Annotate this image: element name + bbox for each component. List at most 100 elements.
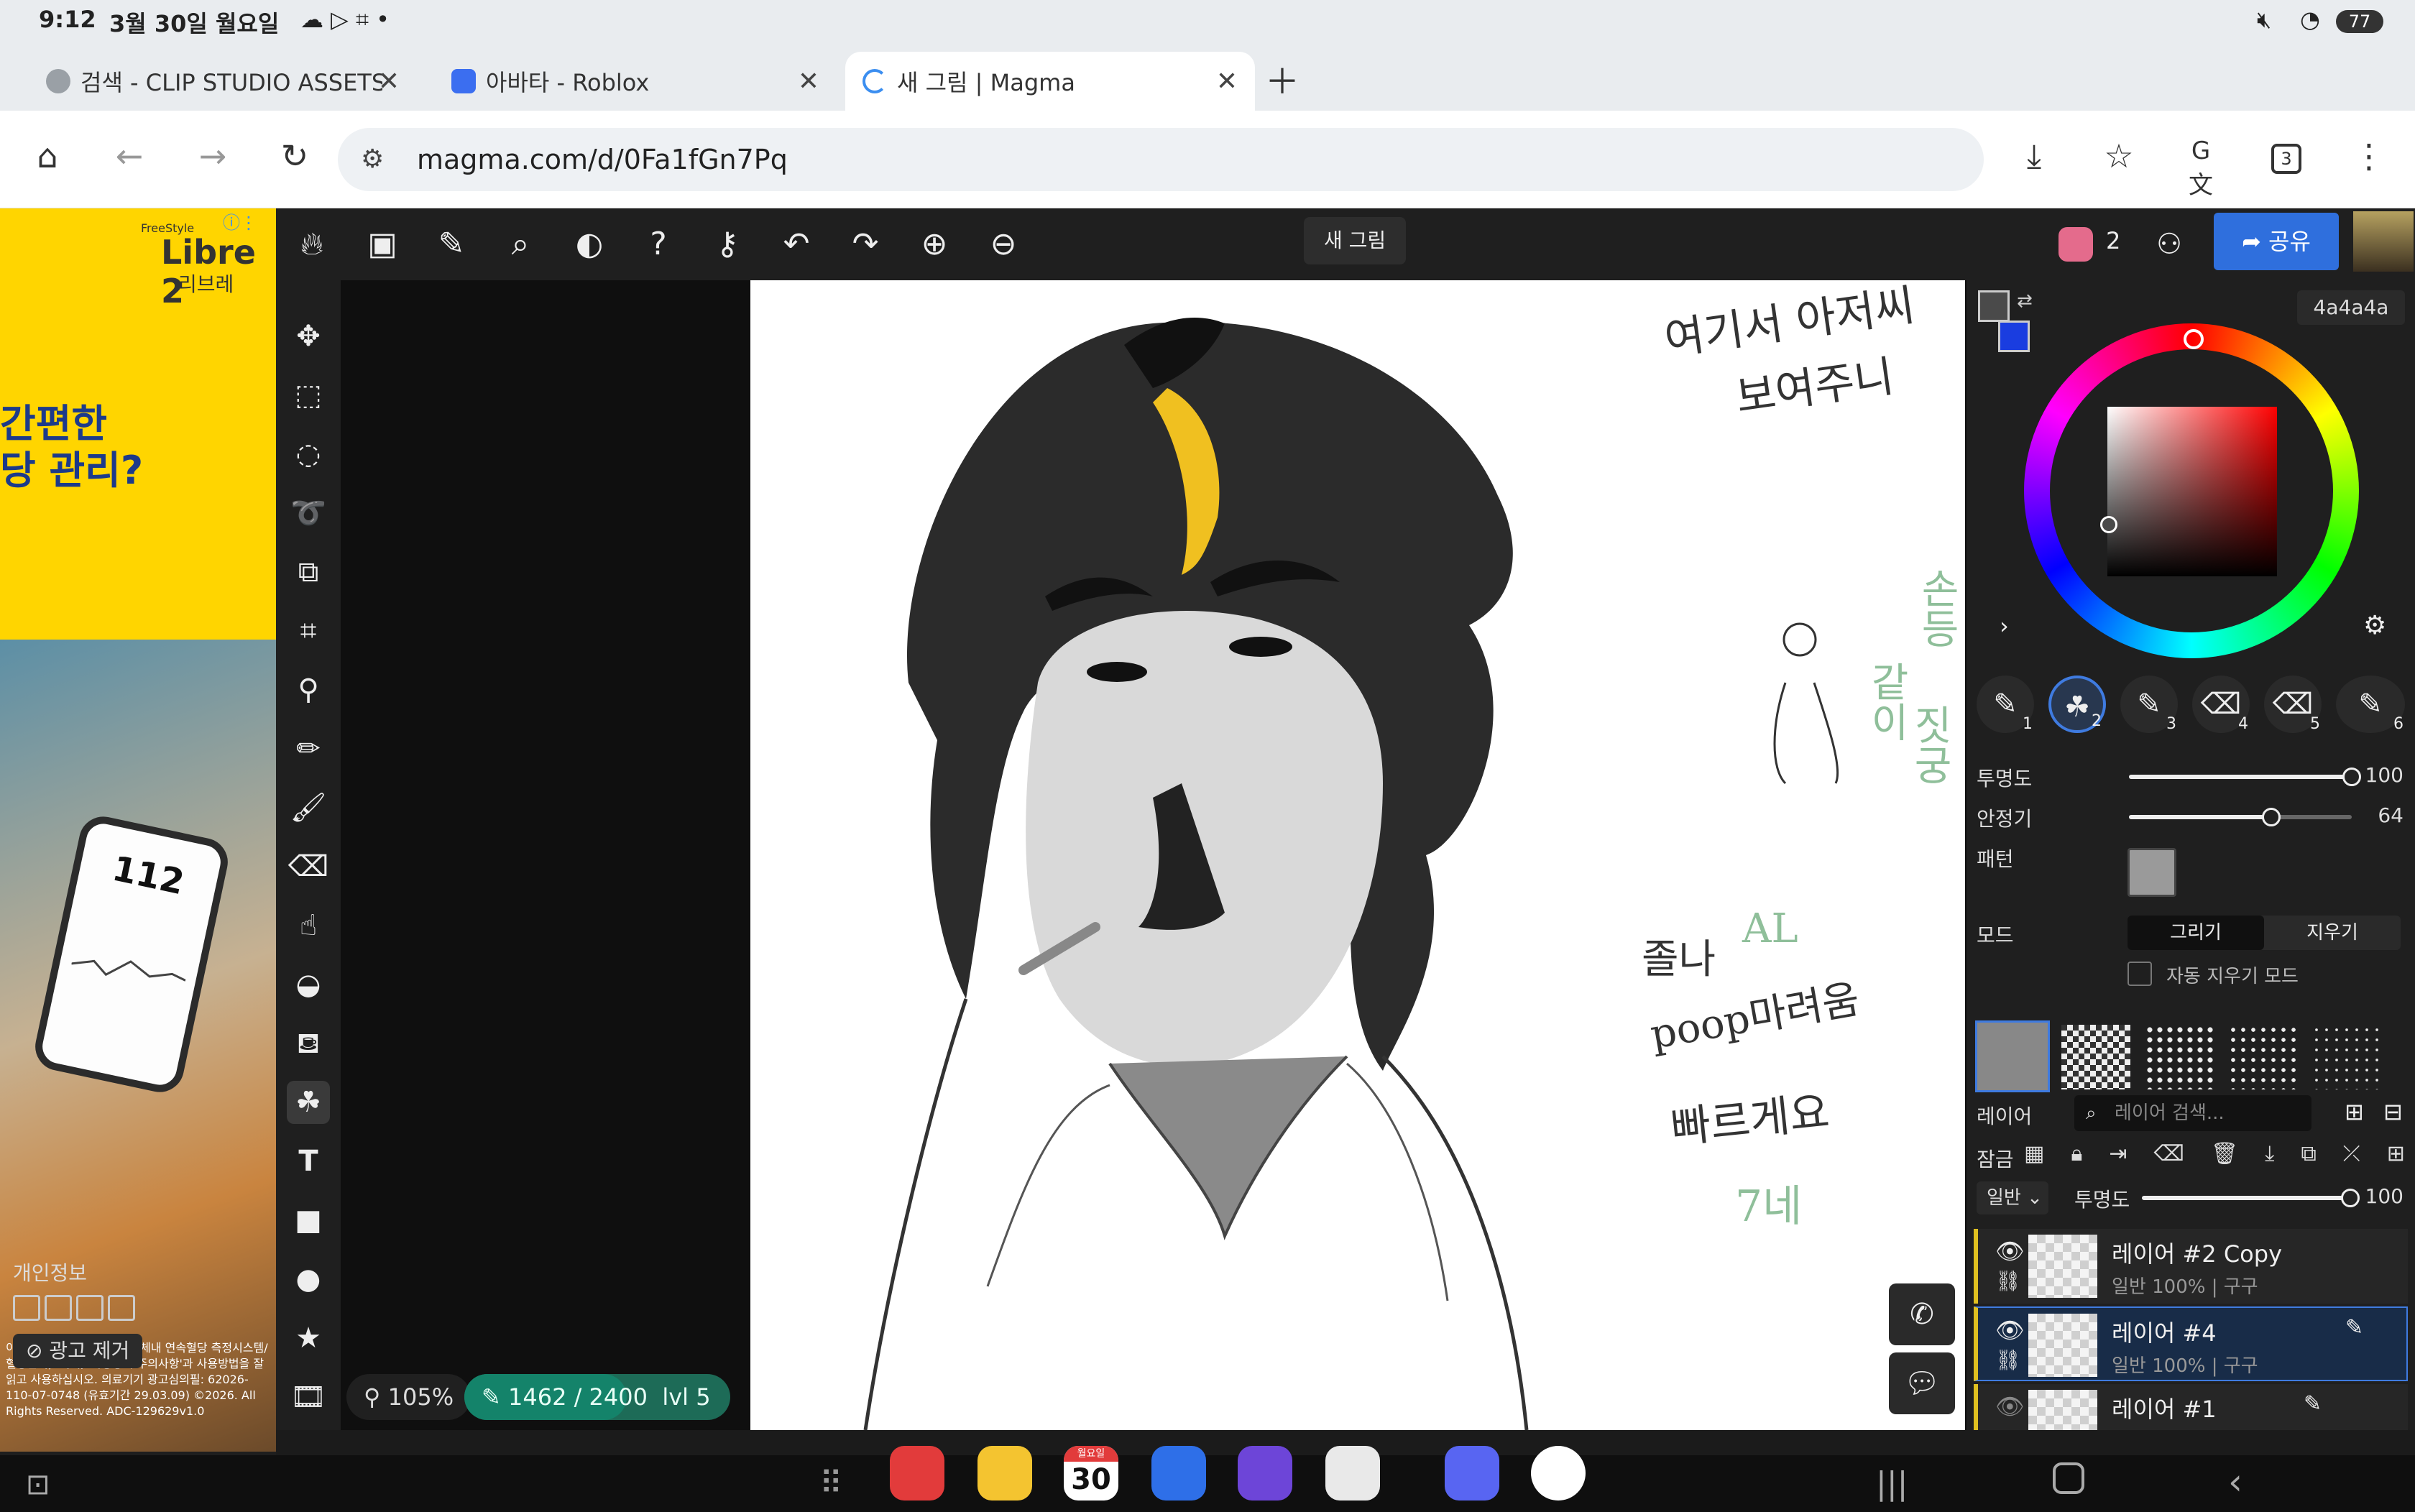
rect-select-icon[interactable]: ⬚ <box>287 374 330 417</box>
chat-icon[interactable]: 💬︎ <box>1889 1352 1955 1414</box>
delete-layer-icon[interactable]: 🗑︎ <box>2211 1141 2238 1173</box>
ad-layout-icons[interactable] <box>13 1295 135 1324</box>
zoom-out-icon[interactable]: ⊖ <box>985 226 1022 263</box>
text-tool-icon[interactable]: T <box>287 1140 330 1183</box>
crop-icon[interactable]: ⌗ <box>287 609 330 653</box>
ellipse-tool-icon[interactable]: ● <box>287 1258 330 1301</box>
back-button-icon[interactable]: ‹ <box>2228 1461 2242 1503</box>
duplicate-icon[interactable]: ⇥ <box>2109 1141 2127 1173</box>
pattern-solid[interactable] <box>1975 1020 2050 1092</box>
tab-roblox[interactable]: 아바타 - Roblox ✕ <box>434 52 837 111</box>
screen-icon[interactable]: ⊡ <box>26 1468 50 1501</box>
copy-layer-icon[interactable]: ⧉ <box>2301 1141 2316 1173</box>
drawing-canvas[interactable]: 여기서 아저씨 보여주니 손등 같이 짓궁 졸나 AL poop마려움 빠르게요… <box>750 280 1965 1430</box>
remove-ads-button[interactable]: ⊘ 광고 제거 <box>13 1334 143 1368</box>
search-icon[interactable]: ⌕ <box>502 226 539 263</box>
brush-preset-5[interactable]: ⌫ 5 <box>2264 676 2322 733</box>
shape-star-icon[interactable]: ★ <box>287 1317 330 1360</box>
fill-bucket-icon[interactable]: ⛾ <box>287 1022 330 1065</box>
magma-logo-icon[interactable]: 🔥︎ <box>293 226 331 263</box>
call-icon[interactable]: ✆ <box>1889 1283 1955 1345</box>
brush-preset-1[interactable]: ✎ 1 <box>1977 676 2034 733</box>
secondary-color-swatch[interactable] <box>1998 321 2030 352</box>
filmstrip-icon[interactable]: 🎞︎ <box>287 1375 330 1419</box>
adjust-icon[interactable]: ◐ <box>571 226 608 263</box>
site-settings-icon[interactable]: ⚙ <box>361 128 384 191</box>
privacy-label[interactable]: 개인정보 <box>13 1258 87 1286</box>
auto-erase-checkbox[interactable] <box>2128 962 2152 986</box>
settings-gear-icon[interactable]: ⚙ <box>2363 611 2386 640</box>
add-layer-icon[interactable]: ⊞ <box>2387 1141 2405 1173</box>
tab-clip-studio[interactable]: 검색 - CLIP STUDIO ASSETS ✕ <box>29 52 417 111</box>
add-user-icon[interactable]: ⚇ <box>2150 226 2188 263</box>
zoom-in-icon[interactable]: ⊕ <box>916 226 953 263</box>
layout-icon[interactable] <box>13 1295 40 1321</box>
layer-item-selected[interactable]: 👁︎ ⛓︎ 레이어 #4 일반 100% | 구구 ✎ <box>1974 1306 2408 1381</box>
layout-icon[interactable] <box>76 1295 104 1321</box>
visibility-eye-icon[interactable]: 👁︎ <box>1995 1317 2025 1344</box>
layer-link-icon[interactable]: ⛓︎ <box>1995 1269 2021 1293</box>
folder-app-icon[interactable] <box>978 1446 1032 1501</box>
edit-icon[interactable]: ✎ <box>433 226 470 263</box>
lock-icon[interactable]: 🔒︎ <box>2071 1141 2082 1173</box>
layout-icon[interactable] <box>108 1295 135 1321</box>
layer-link-icon[interactable]: ⛓︎ <box>1995 1348 2021 1372</box>
visibility-eye-icon[interactable]: 👁︎ <box>1995 1393 2025 1420</box>
messages-app-icon[interactable] <box>1151 1446 1206 1501</box>
app-drawer-icon[interactable]: ⠿ <box>819 1465 842 1502</box>
blur-icon[interactable]: ◒ <box>287 963 330 1006</box>
brush-preset-tool-icon[interactable]: ☘ <box>287 1081 330 1124</box>
help-icon[interactable]: ? <box>640 226 677 263</box>
share-button[interactable]: ➦ 공유 <box>2214 213 2339 270</box>
new-layer-icon[interactable]: ⊞ <box>2345 1098 2364 1125</box>
move-tool-icon[interactable]: ✥ <box>287 315 330 358</box>
document-name[interactable]: 새 그림 <box>1304 217 1407 264</box>
paint-app-icon[interactable] <box>1531 1446 1586 1501</box>
mode-draw-button[interactable]: 그리기 <box>2128 916 2264 950</box>
bookmark-star-icon[interactable]: ☆ <box>2097 137 2140 175</box>
blend-mode-select[interactable]: 일반 ⌄ <box>1977 1181 2048 1214</box>
install-app-icon[interactable]: ⤓ <box>2012 137 2056 177</box>
new-tab-button[interactable]: ＋ <box>1265 53 1300 103</box>
layer-item[interactable]: 👁︎ ⛓︎ 레이어 #2 Copy 일반 100% | 구구 <box>1974 1229 2408 1304</box>
reload-icon[interactable]: ↻ <box>273 137 316 175</box>
color-handle[interactable] <box>2100 516 2117 533</box>
ad-info-icon[interactable]: ⓘ⋮ <box>223 208 257 234</box>
eraser-icon[interactable]: ⌫ <box>287 845 330 888</box>
close-tab-icon[interactable]: ✕ <box>798 67 819 96</box>
brush-preset-6[interactable]: ✎ 6 <box>2336 676 2405 733</box>
pattern-dots-large[interactable] <box>2145 1025 2214 1089</box>
primary-color-swatch[interactable] <box>1978 290 2010 322</box>
pattern-checker[interactable] <box>2061 1025 2130 1089</box>
layer-search-input[interactable]: ⌕ 레이어 검색... <box>2074 1095 2312 1131</box>
ad-photo[interactable]: 112 이 제품은 '의료기기'(개인용체내 연속혈당 측정시스템/혈당관리)'… <box>0 640 276 1452</box>
profile-avatar[interactable] <box>2353 211 2414 272</box>
hex-color-input[interactable]: 4a4a4a <box>2297 290 2405 325</box>
brush-preset-4[interactable]: ⌫ 4 <box>2192 676 2250 733</box>
camera-app-icon[interactable] <box>1325 1446 1380 1501</box>
merge-down-icon[interactable]: ⤓ <box>2265 1141 2274 1173</box>
expand-chevron-icon[interactable]: › <box>2000 612 2009 640</box>
smudge-icon[interactable]: ☝ <box>287 904 330 947</box>
redo-icon[interactable]: ↷ <box>847 226 884 263</box>
zoom-indicator[interactable]: ⚲ 105% <box>346 1374 472 1420</box>
home-button-icon[interactable] <box>2053 1462 2084 1494</box>
clear-layer-icon[interactable]: ⌫ <box>2154 1141 2184 1173</box>
mode-erase-button[interactable]: 지우기 <box>2264 916 2401 950</box>
app-icon-red[interactable] <box>890 1446 944 1501</box>
home-icon[interactable]: ⌂ <box>26 137 69 175</box>
back-icon[interactable]: ← <box>108 137 151 175</box>
pattern-dots-medium[interactable] <box>2228 1025 2297 1089</box>
lasso-icon[interactable]: ➰ <box>287 492 330 535</box>
calendar-app-icon[interactable]: 월요일 30 <box>1064 1446 1118 1501</box>
settings-wrench-icon[interactable]: ⚷ <box>709 226 746 263</box>
layer-opacity-slider[interactable] <box>2142 1189 2360 1207</box>
layer-item[interactable]: 👁︎ 레이어 #1 ✎ <box>1974 1384 2408 1430</box>
eyedropper-icon[interactable]: ⚲ <box>287 668 330 711</box>
stabilizer-slider[interactable] <box>2129 808 2352 826</box>
lock-transparency-icon[interactable]: ▦ <box>2024 1141 2044 1173</box>
menu-kebab-icon[interactable]: ⋮ <box>2347 137 2391 175</box>
ad-banner-top[interactable]: FreeStyle Libre 2 리브레 ⓘ⋮ 간편한 당 관리? <box>0 208 276 640</box>
pattern-dots-small[interactable] <box>2312 1025 2380 1089</box>
compass-app-icon[interactable] <box>1238 1446 1292 1501</box>
